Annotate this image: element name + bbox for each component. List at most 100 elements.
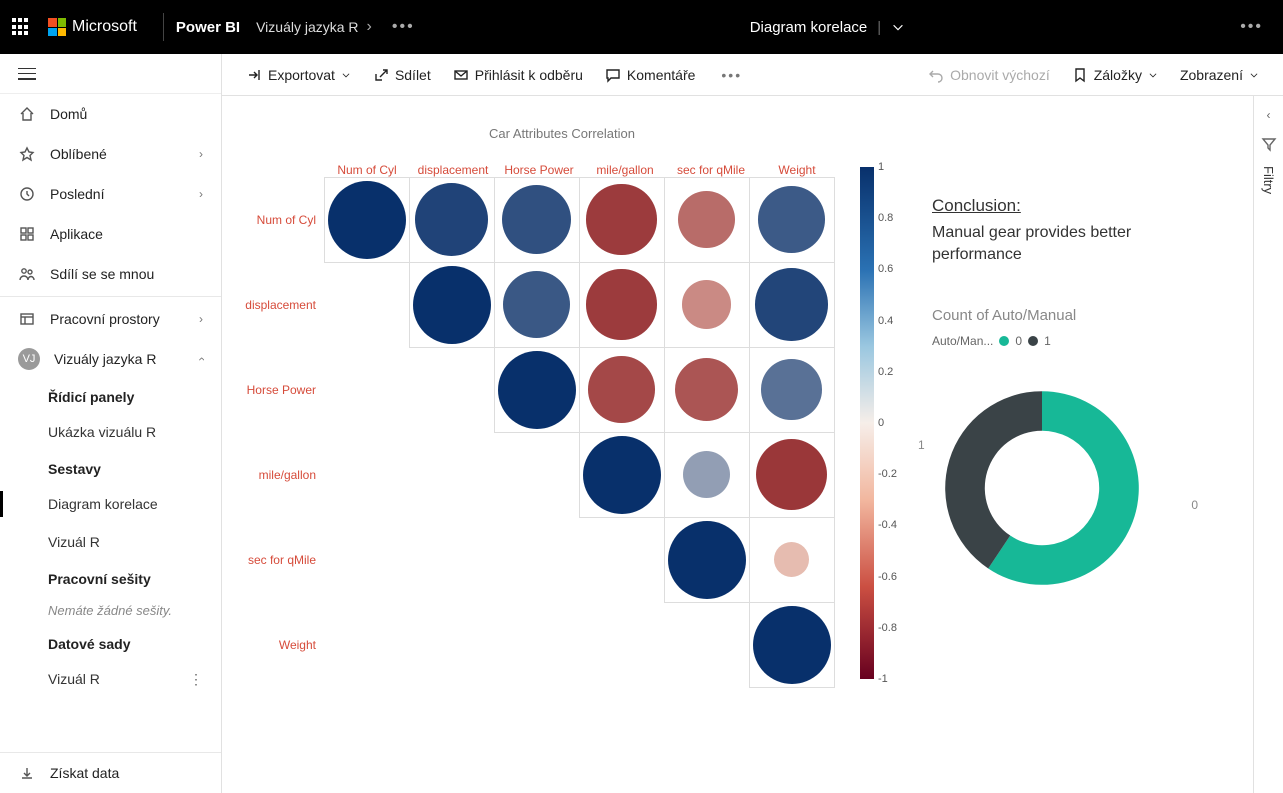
- apps-icon: [18, 225, 36, 243]
- export-button[interactable]: Exportovat: [238, 63, 359, 87]
- comments-button[interactable]: Komentáře: [597, 63, 703, 87]
- page-title-area: Diagram korelace |: [415, 19, 1241, 36]
- filters-label: Filtry: [1261, 166, 1276, 194]
- corr-cell: [579, 347, 665, 433]
- row-label: Weight: [242, 638, 324, 652]
- share-icon: [373, 67, 389, 83]
- colorbar-tick: 0.6: [878, 263, 893, 275]
- correlation-chart[interactable]: Car Attributes Correlation Num of Cyldis…: [242, 126, 882, 773]
- people-icon: [18, 265, 36, 283]
- breadcrumb-more-icon[interactable]: •••: [392, 18, 415, 36]
- ms-squares-icon: [48, 18, 66, 36]
- colorbar-tick: -0.6: [878, 571, 897, 583]
- share-button[interactable]: Sdílet: [365, 63, 439, 87]
- chevron-up-icon: ›: [194, 357, 208, 361]
- chevron-right-icon: ›: [367, 18, 372, 36]
- nav-apps[interactable]: Aplikace: [0, 214, 221, 254]
- nav-recent[interactable]: Poslední ›: [0, 174, 221, 214]
- colorbar-tick: -0.4: [878, 519, 897, 531]
- left-nav: Domů Oblíbené › Poslední › Aplikace Sdíl…: [0, 54, 222, 793]
- get-data-icon: [18, 764, 36, 782]
- report-item[interactable]: Vizuál R: [0, 523, 221, 561]
- app-launcher-icon[interactable]: [12, 18, 30, 36]
- toolbar-more-icon[interactable]: •••: [721, 67, 742, 83]
- mail-icon: [453, 67, 469, 83]
- donut-slice[interactable]: [945, 391, 1042, 568]
- nav-shared[interactable]: Sdílí se se mnou: [0, 254, 221, 294]
- workspace-avatar: VJ: [18, 348, 40, 370]
- colorbar-tick: 1: [878, 161, 884, 173]
- col-label: Num of Cyl: [324, 163, 410, 177]
- corr-cell: [579, 177, 665, 263]
- more-vertical-icon[interactable]: ⋮: [189, 671, 203, 688]
- subscribe-button[interactable]: Přihlásit k odběru: [445, 63, 591, 87]
- corr-cell: [749, 432, 835, 518]
- conclusion-panel: Conclusion: Manual gear provides better …: [922, 126, 1233, 773]
- header-more-icon[interactable]: •••: [1240, 18, 1271, 36]
- nav-get-data[interactable]: Získat data: [0, 753, 221, 793]
- corr-cell: [749, 517, 835, 603]
- breadcrumb-workspace[interactable]: Vizuály jazyka R: [256, 19, 358, 35]
- nav-current-ws-label: Vizuály jazyka R: [54, 351, 156, 367]
- chevron-down-icon[interactable]: [891, 20, 905, 34]
- nav-workspaces[interactable]: Pracovní prostory ›: [0, 299, 221, 339]
- chart-title: Car Attributes Correlation: [242, 126, 882, 141]
- corr-cell: [409, 262, 495, 348]
- row-label: Num of Cyl: [242, 213, 324, 227]
- dataset-item[interactable]: Vizuál R ⋮: [0, 660, 221, 698]
- corr-cell: [664, 177, 750, 263]
- filter-icon: [1261, 136, 1277, 152]
- corr-cell: [324, 177, 410, 263]
- section-reports: Sestavy: [0, 451, 221, 485]
- legend-dot-0: [999, 336, 1009, 346]
- nav-current-workspace[interactable]: VJ Vizuály jazyka R ›: [0, 339, 221, 379]
- report-item-active[interactable]: Diagram korelace: [0, 485, 221, 523]
- col-label: mile/gallon: [582, 163, 668, 177]
- divider: [163, 13, 164, 41]
- chevron-right-icon: ›: [199, 147, 203, 161]
- view-button[interactable]: Zobrazení: [1172, 63, 1267, 87]
- chevron-down-icon: [1249, 70, 1259, 80]
- nav-toggle[interactable]: [0, 54, 221, 94]
- colorbar-tick: -0.2: [878, 468, 897, 480]
- brand-text: Microsoft: [72, 18, 137, 36]
- nav-favorites[interactable]: Oblíbené ›: [0, 134, 221, 174]
- export-icon: [246, 67, 262, 83]
- donut-callout-0: 0: [1191, 498, 1198, 512]
- donut-title: Count of Auto/Manual: [932, 307, 1223, 324]
- corr-cell: [664, 432, 750, 518]
- app-name[interactable]: Power BI: [176, 19, 240, 36]
- corr-cell: [664, 517, 750, 603]
- comment-icon: [605, 67, 621, 83]
- col-label: displacement: [410, 163, 496, 177]
- colorbar-tick: 0.4: [878, 315, 893, 327]
- section-workbooks: Pracovní sešity: [0, 561, 221, 595]
- corr-cell: [664, 347, 750, 433]
- hamburger-icon: [18, 68, 36, 80]
- nav-home[interactable]: Domů: [0, 94, 221, 134]
- nav-apps-label: Aplikace: [50, 226, 103, 242]
- donut-callout-1: 1: [918, 438, 925, 452]
- corr-cell: [579, 262, 665, 348]
- donut-legend: Auto/Man... 0 1: [932, 334, 1223, 348]
- home-icon: [18, 105, 36, 123]
- row-label: sec for qMile: [242, 553, 324, 567]
- donut-chart[interactable]: 0 1: [932, 378, 1192, 618]
- colorbar-tick: 0: [878, 417, 884, 429]
- conclusion-heading: Conclusion:: [932, 196, 1223, 216]
- chevron-left-icon[interactable]: ‹: [1267, 108, 1271, 122]
- bookmarks-button[interactable]: Záložky: [1064, 63, 1166, 87]
- title-divider: |: [877, 19, 881, 36]
- dashboard-item[interactable]: Ukázka vizuálu R: [0, 413, 221, 451]
- nav-recent-label: Poslední: [50, 186, 104, 202]
- filters-rail[interactable]: ‹ Filtry: [1253, 96, 1283, 793]
- colorbar-tick: -0.8: [878, 622, 897, 634]
- nav-get-data-label: Získat data: [50, 765, 119, 781]
- reset-button[interactable]: Obnovit výchozí: [920, 63, 1058, 87]
- chevron-down-icon: [341, 70, 351, 80]
- report-toolbar: Exportovat Sdílet Přihlásit k odběru Kom…: [222, 54, 1283, 96]
- col-label: sec for qMile: [668, 163, 754, 177]
- legend-dot-1: [1028, 336, 1038, 346]
- page-title: Diagram korelace: [750, 19, 868, 36]
- corr-cell: [664, 262, 750, 348]
